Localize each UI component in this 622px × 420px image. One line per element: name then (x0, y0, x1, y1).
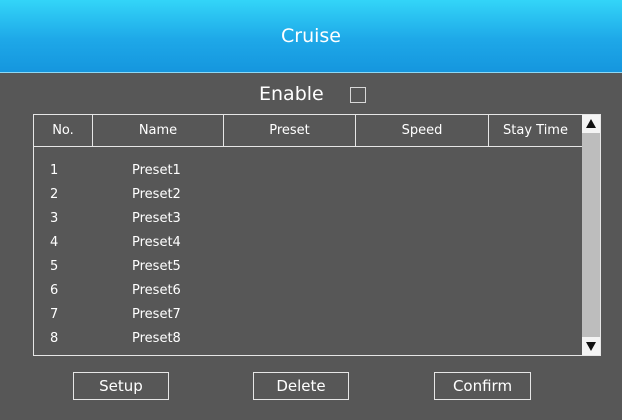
row-number: 8 (50, 331, 59, 346)
triangle-down-icon (586, 342, 596, 351)
table-row[interactable]: 7 Preset7 (34, 303, 582, 327)
row-name: Preset2 (132, 187, 181, 202)
table-row[interactable]: 5 Preset5 (34, 255, 582, 279)
row-number: 2 (50, 187, 59, 202)
row-name: Preset6 (132, 283, 181, 298)
column-header-name: Name (93, 115, 224, 146)
row-name: Preset1 (132, 163, 181, 178)
row-number: 3 (50, 211, 59, 226)
row-name: Preset4 (132, 235, 181, 250)
column-header-speed: Speed (356, 115, 489, 146)
row-number: 7 (50, 307, 59, 322)
row-number: 5 (50, 259, 59, 274)
column-header-no: No. (34, 115, 93, 146)
table-scrollbar[interactable] (582, 115, 600, 355)
row-number: 6 (50, 283, 59, 298)
triangle-up-icon (586, 119, 596, 128)
confirm-button[interactable]: Confirm (434, 372, 531, 400)
table-row[interactable]: 8 Preset8 (34, 327, 582, 351)
table-row[interactable]: 2 Preset2 (34, 183, 582, 207)
cruise-table: No. Name Preset Speed Stay Time 1 Preset… (33, 114, 601, 356)
row-name: Preset3 (132, 211, 181, 226)
enable-label: Enable (259, 83, 324, 105)
delete-button[interactable]: Delete (253, 372, 349, 400)
setup-button[interactable]: Setup (73, 372, 169, 400)
table-row[interactable]: 1 Preset1 (34, 159, 582, 183)
enable-row: Enable (0, 80, 622, 110)
cruise-dialog: Cruise Enable No. Name Preset Speed Stay… (0, 0, 622, 420)
column-header-preset: Preset (224, 115, 356, 146)
scroll-down-button[interactable] (582, 337, 600, 355)
dialog-title: Cruise (281, 25, 341, 47)
table-header: No. Name Preset Speed Stay Time (34, 115, 582, 147)
column-header-stay-time: Stay Time (503, 123, 568, 138)
scroll-up-button[interactable] (582, 115, 600, 133)
table-row[interactable]: 6 Preset6 (34, 279, 582, 303)
row-name: Preset5 (132, 259, 181, 274)
row-number: 4 (50, 235, 59, 250)
enable-checkbox[interactable] (350, 87, 366, 103)
row-name: Preset8 (132, 331, 181, 346)
row-number: 1 (50, 163, 59, 178)
table-row[interactable]: 3 Preset3 (34, 207, 582, 231)
title-bar: Cruise (0, 0, 622, 73)
row-name: Preset7 (132, 307, 181, 322)
table-row[interactable]: 4 Preset4 (34, 231, 582, 255)
